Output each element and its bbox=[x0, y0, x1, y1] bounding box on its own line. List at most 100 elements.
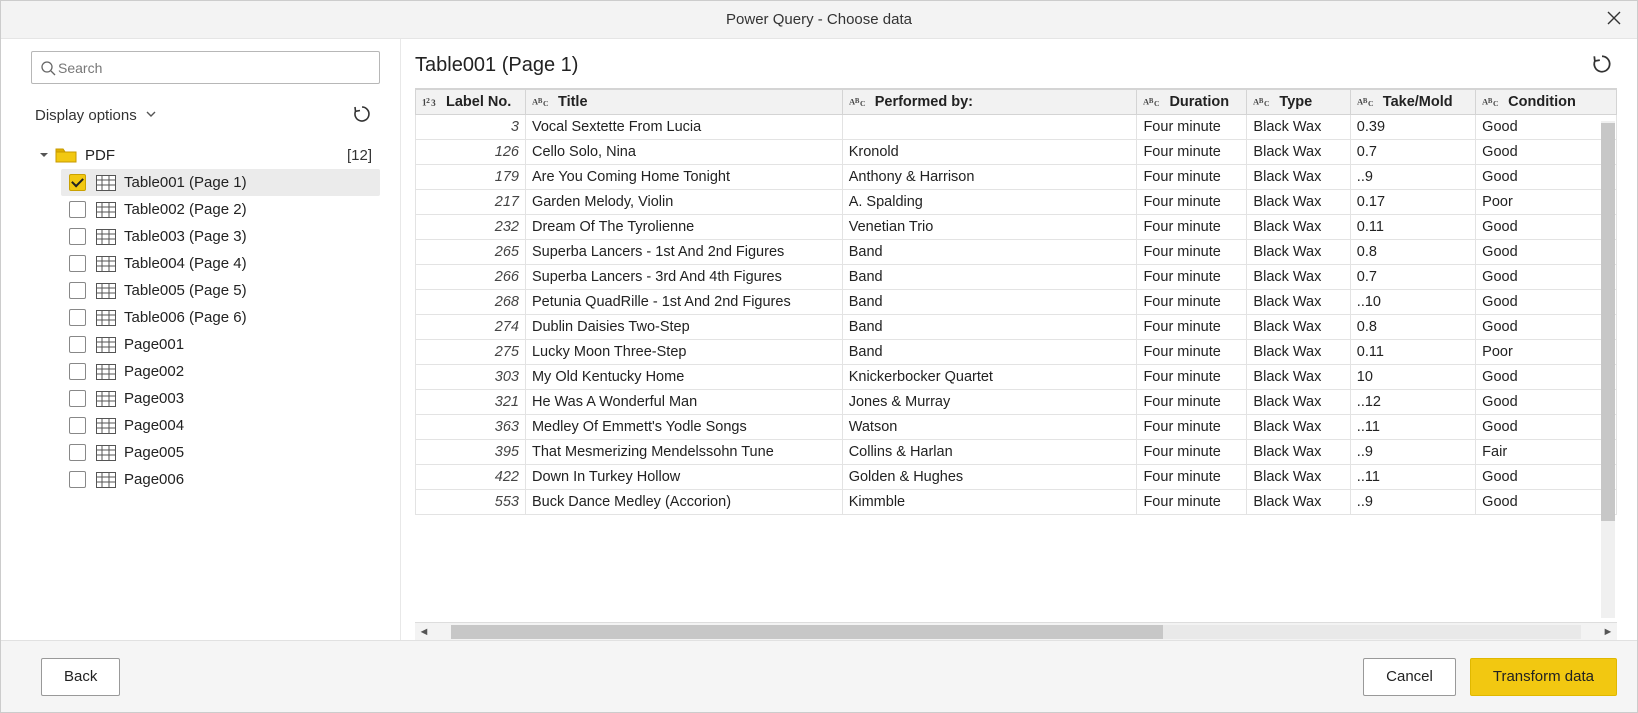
table-cell: 0.11 bbox=[1350, 215, 1475, 240]
table-cell: Band bbox=[842, 265, 1137, 290]
tree-item-9[interactable]: Page004 bbox=[61, 412, 380, 439]
close-button[interactable] bbox=[1601, 7, 1627, 31]
tree-root-pdf[interactable]: PDF [12] bbox=[31, 141, 380, 169]
table-row[interactable]: 321He Was A Wonderful ManJones & MurrayF… bbox=[416, 390, 1617, 415]
tree-item-7[interactable]: Page002 bbox=[61, 358, 380, 385]
table-cell: 303 bbox=[416, 365, 526, 390]
refresh-icon bbox=[352, 104, 372, 124]
table-row[interactable]: 395That Mesmerizing Mendelssohn TuneColl… bbox=[416, 440, 1617, 465]
table-cell: Are You Coming Home Tonight bbox=[525, 165, 842, 190]
table-cell: Black Wax bbox=[1247, 265, 1350, 290]
table-row[interactable]: 126Cello Solo, NinaKronoldFour minuteBla… bbox=[416, 140, 1617, 165]
vertical-scroll-thumb[interactable] bbox=[1601, 123, 1615, 521]
table-cell: Good bbox=[1476, 265, 1617, 290]
tree-checkbox[interactable] bbox=[69, 471, 86, 488]
data-grid-scroll[interactable]: 123Label No.ABCTitleABCPerformed by:ABCD… bbox=[415, 89, 1617, 622]
display-options-dropdown[interactable]: Display options bbox=[35, 107, 157, 124]
back-button[interactable]: Back bbox=[41, 658, 120, 696]
tree-checkbox[interactable] bbox=[69, 282, 86, 299]
tree-item-11[interactable]: Page006 bbox=[61, 466, 380, 493]
tree-checkbox[interactable] bbox=[69, 417, 86, 434]
table-row[interactable]: 274Dublin Daisies Two-StepBandFour minut… bbox=[416, 315, 1617, 340]
table-cell: Good bbox=[1476, 390, 1617, 415]
vertical-scrollbar[interactable] bbox=[1601, 121, 1615, 618]
column-header-label: Label No. bbox=[446, 94, 511, 110]
svg-text:3: 3 bbox=[431, 98, 436, 108]
table-cell: Medley Of Emmett's Yodle Songs bbox=[525, 415, 842, 440]
table-cell: 0.11 bbox=[1350, 340, 1475, 365]
table-row[interactable]: 275Lucky Moon Three-StepBandFour minuteB… bbox=[416, 340, 1617, 365]
table-row[interactable]: 363Medley Of Emmett's Yodle SongsWatsonF… bbox=[416, 415, 1617, 440]
text-type-icon: ABC bbox=[1143, 95, 1165, 109]
column-header[interactable]: ABCTitle bbox=[525, 90, 842, 115]
text-type-icon: ABC bbox=[1253, 95, 1275, 109]
column-header[interactable]: 123Label No. bbox=[416, 90, 526, 115]
horizontal-scrollbar[interactable]: ◄ ► bbox=[415, 622, 1617, 640]
text-type-icon: ABC bbox=[532, 95, 554, 109]
table-row[interactable]: 303My Old Kentucky HomeKnickerbocker Qua… bbox=[416, 365, 1617, 390]
search-input[interactable] bbox=[56, 59, 371, 77]
table-icon bbox=[96, 256, 116, 272]
column-header-label: Take/Mold bbox=[1383, 94, 1453, 110]
tree-checkbox[interactable] bbox=[69, 309, 86, 326]
table-cell: 0.8 bbox=[1350, 315, 1475, 340]
tree-checkbox[interactable] bbox=[69, 444, 86, 461]
table-cell: Four minute bbox=[1137, 490, 1247, 515]
transform-data-button[interactable]: Transform data bbox=[1470, 658, 1617, 696]
column-header[interactable]: ABCPerformed by: bbox=[842, 90, 1137, 115]
preview-refresh-button[interactable] bbox=[1587, 49, 1617, 82]
hscroll-thumb[interactable] bbox=[451, 625, 1163, 639]
tree-item-0[interactable]: Table001 (Page 1) bbox=[61, 169, 380, 196]
table-cell: Black Wax bbox=[1247, 340, 1350, 365]
table-cell: Knickerbocker Quartet bbox=[842, 365, 1137, 390]
tree-item-8[interactable]: Page003 bbox=[61, 385, 380, 412]
table-row[interactable]: 422Down In Turkey HollowGolden & HughesF… bbox=[416, 465, 1617, 490]
tree-item-4[interactable]: Table005 (Page 5) bbox=[61, 277, 380, 304]
table-cell: ..9 bbox=[1350, 490, 1475, 515]
tree-item-6[interactable]: Page001 bbox=[61, 331, 380, 358]
table-row[interactable]: 217Garden Melody, ViolinA. SpaldingFour … bbox=[416, 190, 1617, 215]
table-cell: 217 bbox=[416, 190, 526, 215]
column-header[interactable]: ABCTake/Mold bbox=[1350, 90, 1475, 115]
table-row[interactable]: 179Are You Coming Home TonightAnthony & … bbox=[416, 165, 1617, 190]
table-cell: 126 bbox=[416, 140, 526, 165]
search-input-wrap[interactable] bbox=[31, 51, 380, 84]
table-row[interactable]: 268Petunia QuadRille - 1st And 2nd Figur… bbox=[416, 290, 1617, 315]
table-row[interactable]: 232Dream Of The TyrolienneVenetian TrioF… bbox=[416, 215, 1617, 240]
page-icon bbox=[96, 472, 116, 488]
svg-text:C: C bbox=[543, 99, 549, 108]
column-header[interactable]: ABCType bbox=[1247, 90, 1350, 115]
hscroll-track[interactable] bbox=[451, 625, 1581, 639]
cancel-button[interactable]: Cancel bbox=[1363, 658, 1456, 696]
tree-checkbox[interactable] bbox=[69, 363, 86, 380]
tree-item-10[interactable]: Page005 bbox=[61, 439, 380, 466]
display-options-label: Display options bbox=[35, 107, 137, 124]
column-header[interactable]: ABCCondition bbox=[1476, 90, 1617, 115]
tree-item-2[interactable]: Table003 (Page 3) bbox=[61, 223, 380, 250]
nav-refresh-button[interactable] bbox=[348, 100, 376, 131]
column-header[interactable]: ABCDuration bbox=[1137, 90, 1247, 115]
tree-checkbox[interactable] bbox=[69, 174, 86, 191]
table-cell: Four minute bbox=[1137, 390, 1247, 415]
tree-item-3[interactable]: Table004 (Page 4) bbox=[61, 250, 380, 277]
table-cell: ..10 bbox=[1350, 290, 1475, 315]
tree-checkbox[interactable] bbox=[69, 390, 86, 407]
tree-checkbox[interactable] bbox=[69, 255, 86, 272]
tree-checkbox[interactable] bbox=[69, 201, 86, 218]
table-row[interactable]: 3Vocal Sextette From LuciaFour minuteBla… bbox=[416, 115, 1617, 140]
scroll-right-arrow[interactable]: ► bbox=[1599, 626, 1617, 638]
scroll-left-arrow[interactable]: ◄ bbox=[415, 626, 433, 638]
tree-item-1[interactable]: Table002 (Page 2) bbox=[61, 196, 380, 223]
data-grid-wrap: 123Label No.ABCTitleABCPerformed by:ABCD… bbox=[415, 88, 1617, 640]
tree-checkbox[interactable] bbox=[69, 228, 86, 245]
table-cell: Four minute bbox=[1137, 415, 1247, 440]
table-row[interactable]: 265Superba Lancers - 1st And 2nd Figures… bbox=[416, 240, 1617, 265]
tree-item-label: Table004 (Page 4) bbox=[124, 255, 247, 272]
navigator-panel: Display options PDF [12] bbox=[1, 39, 401, 640]
tree-checkbox[interactable] bbox=[69, 336, 86, 353]
tree-item-5[interactable]: Table006 (Page 6) bbox=[61, 304, 380, 331]
table-cell: 3 bbox=[416, 115, 526, 140]
table-cell: 232 bbox=[416, 215, 526, 240]
table-row[interactable]: 266Superba Lancers - 3rd And 4th Figures… bbox=[416, 265, 1617, 290]
table-row[interactable]: 553Buck Dance Medley (Accorion)KimmbleFo… bbox=[416, 490, 1617, 515]
